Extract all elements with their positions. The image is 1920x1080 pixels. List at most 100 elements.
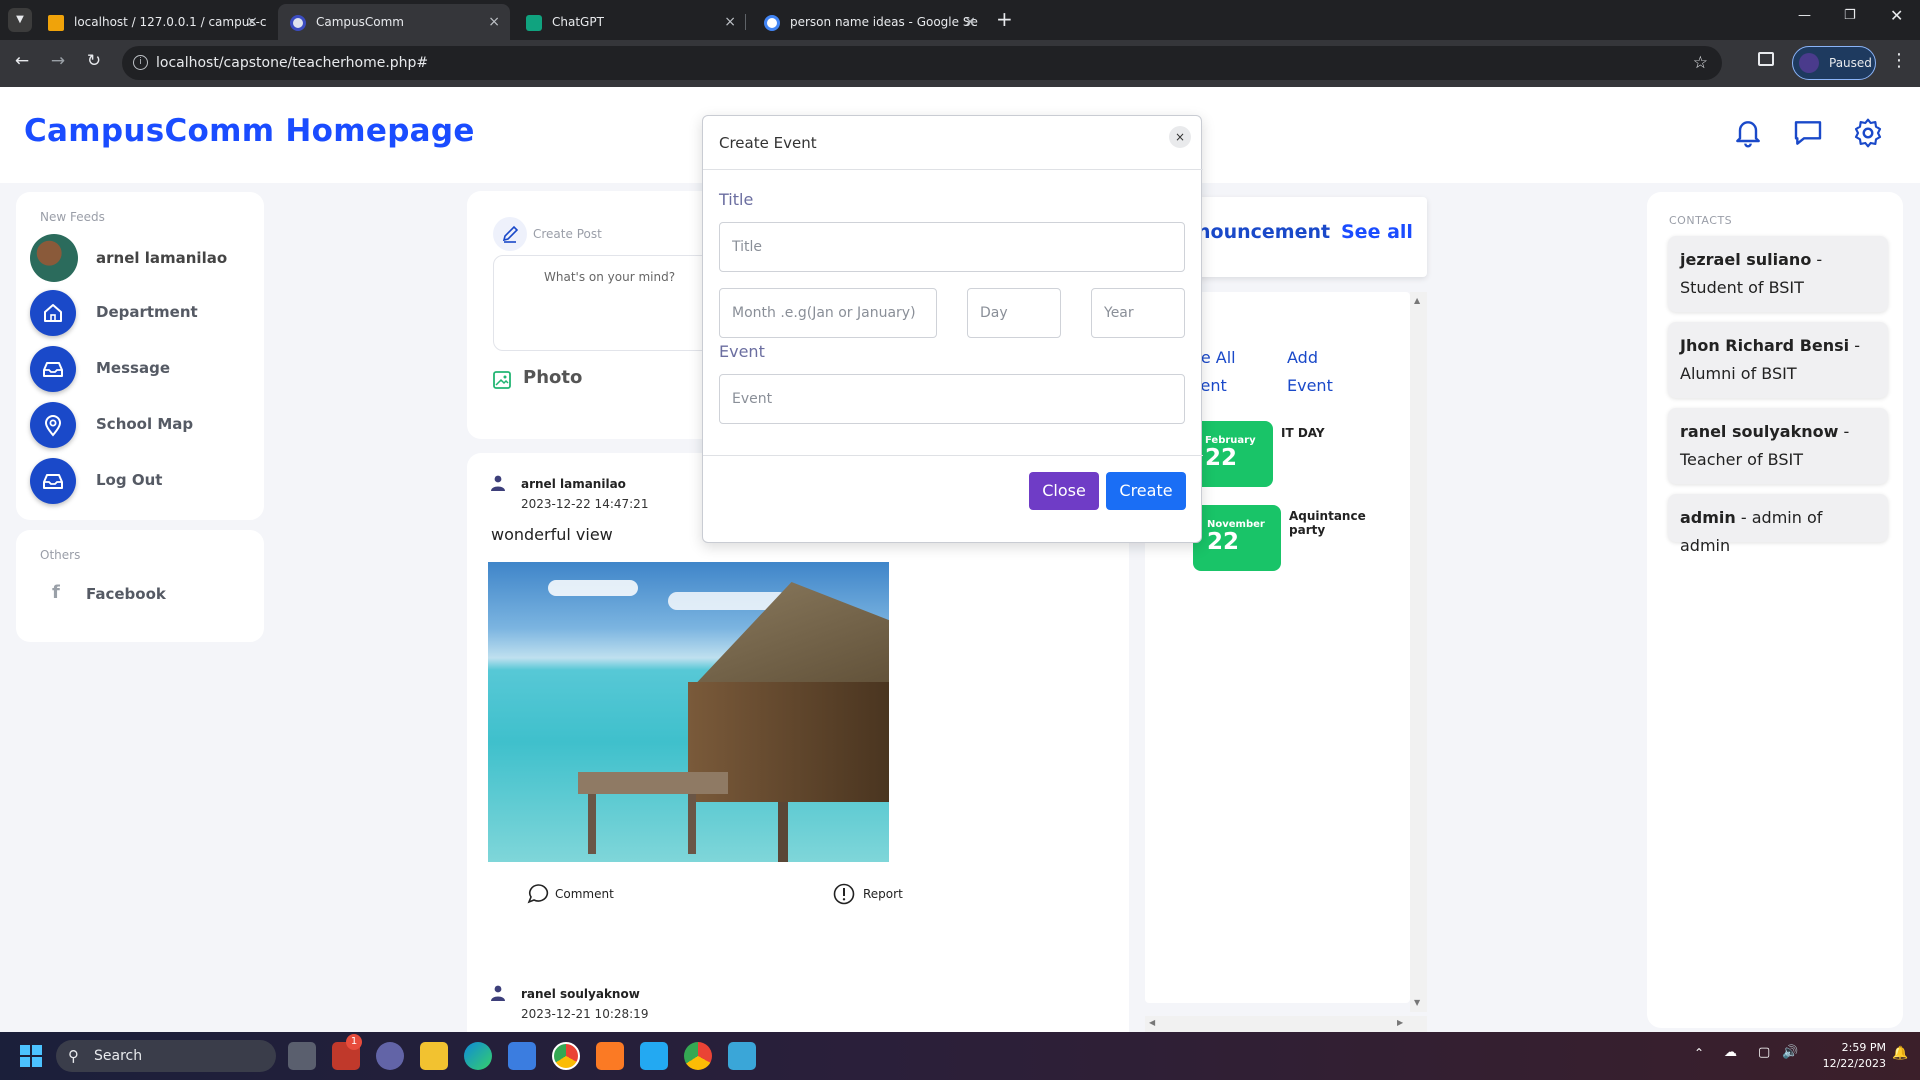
report-button[interactable]: Report bbox=[833, 883, 953, 907]
tab-close-icon[interactable]: × bbox=[246, 4, 258, 40]
contact-name: Jhon Richard Bensi bbox=[1680, 336, 1850, 355]
browser-menu-icon[interactable]: ⋮ bbox=[1890, 50, 1908, 71]
contact-item[interactable]: Jhon Richard Bensi - Alumni of BSIT bbox=[1668, 322, 1888, 398]
contact-item[interactable]: jezrael suliano - Student of BSIT bbox=[1668, 236, 1888, 312]
window-close-icon[interactable]: ✕ bbox=[1890, 6, 1903, 25]
add-event-link[interactable]: Add Event bbox=[1287, 344, 1333, 400]
teams-icon[interactable] bbox=[376, 1042, 404, 1070]
post-author[interactable]: ranel soulyaknow bbox=[521, 987, 640, 1001]
windows-start-icon[interactable] bbox=[20, 1045, 42, 1067]
display-icon[interactable]: ▢ bbox=[1758, 1045, 1770, 1060]
report-label: Report bbox=[863, 887, 903, 901]
side-panel-icon[interactable] bbox=[1758, 52, 1774, 66]
alert-circle-icon bbox=[833, 883, 855, 905]
create-event-modal: Create Event × Title Event Close Create bbox=[702, 115, 1203, 543]
xampp-icon[interactable] bbox=[596, 1042, 624, 1070]
profile-avatar bbox=[1799, 53, 1819, 73]
tab-close-icon[interactable]: × bbox=[964, 4, 976, 40]
search-label: Search bbox=[94, 1048, 143, 1064]
vscode-icon[interactable] bbox=[640, 1042, 668, 1070]
event-month-input[interactable] bbox=[719, 288, 937, 338]
facebook-icon: f bbox=[52, 582, 60, 603]
browser-tab-google[interactable]: person name ideas - Google Se × bbox=[752, 4, 986, 40]
back-icon[interactable]: ← bbox=[10, 51, 34, 71]
taskbar-search-box[interactable]: ⚲ Search bbox=[56, 1040, 276, 1072]
task-view-icon[interactable] bbox=[288, 1042, 316, 1070]
edge-icon[interactable] bbox=[464, 1042, 492, 1070]
campuscomm-favicon-icon bbox=[290, 15, 306, 31]
store-icon[interactable] bbox=[508, 1042, 536, 1070]
close-button[interactable]: Close bbox=[1029, 472, 1099, 510]
notification-bell-icon[interactable]: 🔔 bbox=[1892, 1046, 1908, 1061]
sidebar-item-message[interactable]: Message bbox=[16, 346, 236, 392]
windows-taskbar: ⚲ Search 1 ⌃ ☁ ▢ 🔊 2:59 PM 12/22/2023 🔔 bbox=[0, 1032, 1920, 1080]
post-author[interactable]: arnel lamanilao bbox=[521, 477, 626, 491]
site-brand[interactable]: CampusComm Homepage bbox=[24, 113, 475, 149]
bell-icon[interactable] bbox=[1732, 117, 1764, 149]
event-name: Aquintance party bbox=[1289, 509, 1366, 537]
tab-close-icon[interactable]: × bbox=[724, 4, 736, 40]
deck-shape bbox=[578, 772, 728, 794]
reload-icon[interactable]: ↻ bbox=[82, 51, 106, 71]
taskbar-clock[interactable]: 2:59 PM 12/22/2023 bbox=[1822, 1040, 1886, 1072]
sidebar-item-log-out[interactable]: Log Out bbox=[16, 458, 236, 504]
pillar-shape bbox=[588, 794, 596, 854]
modal-close-x-button[interactable]: × bbox=[1169, 126, 1191, 148]
event-title-input[interactable] bbox=[719, 222, 1185, 272]
app-icon[interactable]: 1 bbox=[332, 1034, 362, 1070]
contact-item[interactable]: admin - admin of admin bbox=[1668, 494, 1888, 555]
url-field[interactable]: i localhost/capstone/teacherhome.php# ☆ bbox=[122, 46, 1722, 80]
photo-button[interactable]: Photo bbox=[493, 367, 613, 391]
announcement-see-all-link[interactable]: See all bbox=[1341, 221, 1413, 243]
events-horizontal-scrollbar[interactable]: ◀ ▶ bbox=[1145, 1016, 1427, 1032]
browser-tab-chatgpt[interactable]: ChatGPT × bbox=[514, 4, 746, 40]
scroll-right-arrow-icon[interactable]: ▶ bbox=[1397, 1018, 1403, 1027]
event-day-input[interactable] bbox=[967, 288, 1061, 338]
scroll-up-arrow-icon[interactable]: ▲ bbox=[1414, 296, 1420, 305]
event-year-input[interactable] bbox=[1091, 288, 1185, 338]
inbox-icon bbox=[30, 346, 76, 392]
sidebar-item-department[interactable]: Department bbox=[16, 290, 236, 336]
bookmark-star-icon[interactable]: ☆ bbox=[1693, 46, 1708, 80]
settings-gear-icon[interactable] bbox=[1852, 117, 1884, 149]
comment-button[interactable]: Comment bbox=[527, 883, 647, 907]
volume-icon[interactable]: 🔊 bbox=[1782, 1045, 1798, 1060]
new-tab-button[interactable]: + bbox=[996, 8, 1013, 30]
event-description-input[interactable] bbox=[719, 374, 1185, 424]
minimize-icon[interactable]: — bbox=[1798, 8, 1811, 23]
user-icon bbox=[491, 985, 505, 1001]
chrome-icon[interactable] bbox=[684, 1042, 712, 1070]
sidebar-others-card: Others f Facebook bbox=[16, 530, 264, 642]
chevron-up-icon[interactable]: ⌃ bbox=[1694, 1046, 1704, 1060]
browser-tab-campuscomm[interactable]: CampusComm × bbox=[278, 4, 510, 40]
create-button[interactable]: Create bbox=[1106, 472, 1186, 510]
browser-tab-phpmyadmin[interactable]: localhost / 127.0.0.1 / campus-c × bbox=[36, 4, 268, 40]
network-icon[interactable]: ☁ bbox=[1724, 1045, 1737, 1060]
scroll-down-arrow-icon[interactable]: ▼ bbox=[1414, 998, 1420, 1007]
chrome-icon[interactable] bbox=[552, 1042, 580, 1070]
google-favicon-icon bbox=[764, 15, 780, 31]
forward-icon[interactable]: → bbox=[46, 51, 70, 71]
inbox-icon bbox=[30, 458, 76, 504]
file-explorer-icon[interactable] bbox=[420, 1042, 448, 1070]
tab-search-button[interactable]: ▼ bbox=[8, 8, 32, 32]
chat-icon[interactable] bbox=[1792, 117, 1824, 149]
pillar-shape bbox=[688, 794, 696, 854]
event-field-label: Event bbox=[719, 342, 765, 361]
events-vertical-scrollbar[interactable]: ▲ ▼ bbox=[1410, 292, 1427, 1012]
tab-close-icon[interactable]: × bbox=[488, 4, 500, 40]
sidebar-item-school-map[interactable]: School Map bbox=[16, 402, 236, 448]
profile-button[interactable]: Paused bbox=[1792, 46, 1876, 80]
modal-divider bbox=[703, 455, 1203, 456]
event-date-badge: February 22 bbox=[1193, 421, 1273, 487]
scroll-left-arrow-icon[interactable]: ◀ bbox=[1149, 1018, 1155, 1027]
sidebar-item-profile[interactable]: arnel lamanilao bbox=[16, 234, 236, 282]
image-icon bbox=[493, 371, 511, 389]
notepad-icon[interactable] bbox=[728, 1042, 756, 1070]
post-photo-overwater-bungalow[interactable] bbox=[488, 562, 889, 862]
site-info-icon[interactable]: i bbox=[133, 55, 148, 70]
sidebar-item-facebook[interactable]: f Facebook bbox=[38, 582, 238, 608]
profile-status: Paused bbox=[1829, 56, 1872, 70]
contact-item[interactable]: ranel soulyaknow - Teacher of BSIT bbox=[1668, 408, 1888, 484]
restore-icon[interactable]: ❐ bbox=[1844, 8, 1856, 23]
